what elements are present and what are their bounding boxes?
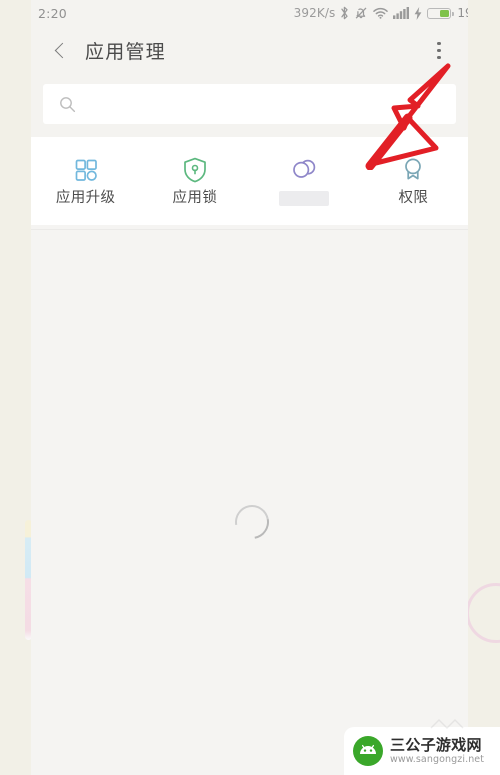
search-bar-region [31, 75, 468, 137]
quick-entry-loading[interactable] [250, 137, 359, 225]
quick-entry-app-upgrade[interactable]: 应用升级 [31, 137, 140, 225]
status-bar-indicators: 392K/s 1 [294, 6, 468, 20]
watermark-notch-decoration [430, 719, 464, 729]
search-icon [60, 96, 76, 112]
app-grid-icon [72, 156, 100, 184]
battery-percent-label: 19% [457, 6, 468, 20]
back-button[interactable] [43, 26, 77, 75]
page-title: 应用管理 [85, 41, 166, 63]
two-circles-icon [289, 156, 319, 184]
screenshot-root: 2:20 392K/s 1 应用管理 应用升级 应用锁 权限 三公子游戏网 ww… [0, 0, 500, 775]
quick-entry-label: 权限 [398, 190, 429, 207]
android-mascot-logo [353, 736, 383, 766]
shield-lock-icon [181, 156, 209, 184]
loading-spinner [227, 498, 276, 546]
quick-entry-app-lock[interactable]: 应用锁 [140, 137, 249, 225]
quick-entry-permissions[interactable]: 权限 [359, 137, 468, 225]
watermark-url: www.sangongzi.net [390, 753, 485, 765]
watermark-title: 三公子游戏网 [390, 735, 482, 754]
back-chevron-icon [54, 42, 70, 59]
page-gutter-left [0, 0, 31, 775]
wifi-icon [373, 7, 389, 19]
watermark-texts: 三公子游戏网 www.sangongzi.net [390, 735, 485, 765]
quick-entry-label-placeholder [279, 191, 330, 206]
battery-icon [427, 7, 454, 19]
overflow-dot-1 [437, 41, 441, 46]
status-bar-clock: 2:20 [38, 5, 67, 21]
app-bar: 应用管理 [31, 26, 468, 75]
quick-entries-card: 应用升级 应用锁 权限 [31, 137, 468, 225]
overflow-menu-button[interactable] [428, 36, 450, 66]
badge-icon [399, 156, 427, 184]
signal-icon [393, 7, 410, 19]
network-speed-label: 392K/s [293, 6, 336, 20]
quick-entry-label: 应用升级 [55, 190, 116, 207]
site-watermark: 三公子游戏网 www.sangongzi.net [344, 719, 500, 775]
mute-icon [355, 7, 367, 19]
app-list-content [31, 229, 468, 775]
search-input[interactable] [86, 95, 420, 113]
quick-entry-label: 应用锁 [172, 190, 218, 207]
battery-fill [440, 9, 450, 17]
overflow-dot-2 [437, 48, 441, 53]
status-bar: 2:20 392K/s 1 [31, 0, 468, 26]
page-gutter-right [468, 0, 500, 775]
phone-screen: 2:20 392K/s 1 应用管理 应用升级 应用锁 权限 [31, 0, 468, 775]
search-box[interactable] [43, 84, 456, 124]
charging-bolt-icon [414, 6, 422, 20]
bluetooth-icon [341, 6, 348, 20]
overflow-dot-3 [437, 55, 441, 60]
